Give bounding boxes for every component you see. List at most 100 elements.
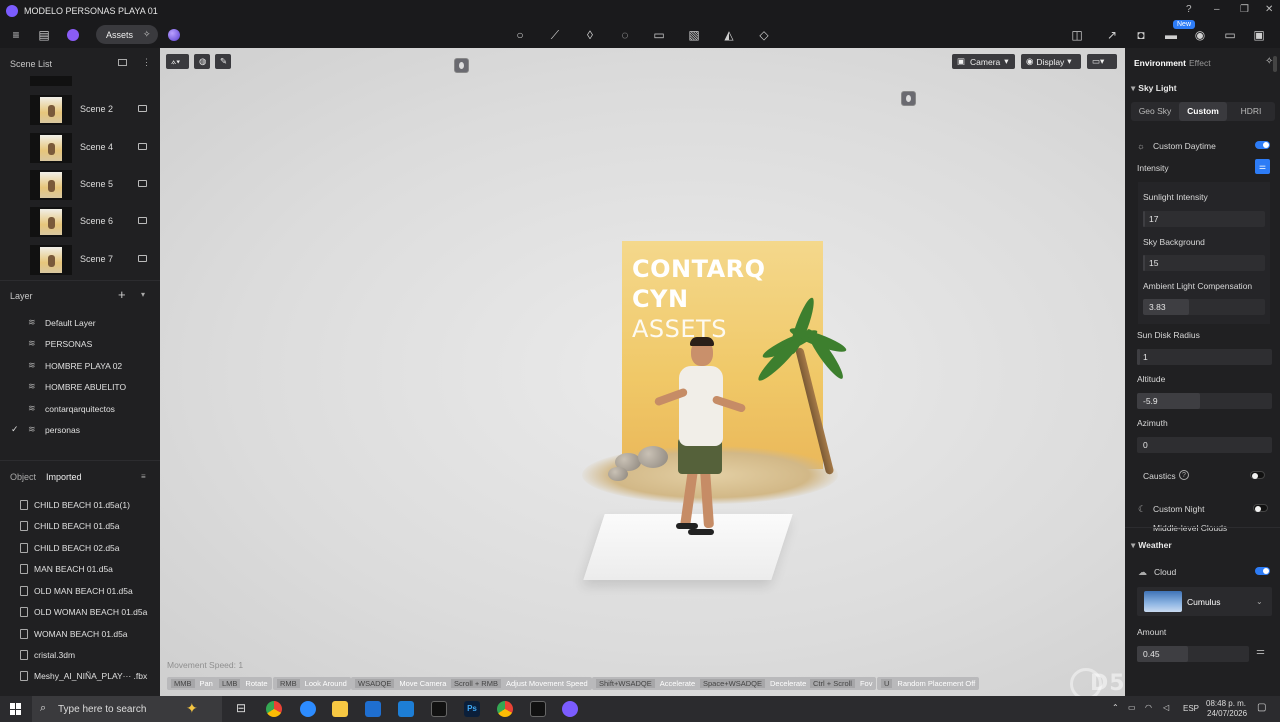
volume-icon[interactable]: ◁ [1163,703,1169,712]
sun-disk-input[interactable]: 1 [1137,349,1272,365]
layer-item[interactable]: ≋ HOMBRE ABUELITO [28,381,126,392]
chrome-icon[interactable] [266,701,282,717]
object-item[interactable]: CHILD BEACH 02.d5a [20,543,120,553]
record-icon[interactable]: ▭ [1223,28,1237,42]
light-bulb-icon[interactable]: ○ [513,28,527,42]
windows-start-icon[interactable] [10,703,22,715]
ai-icon[interactable] [66,28,80,42]
notification-icon[interactable]: ▢ [1257,702,1266,713]
wifi-icon[interactable]: ◠ [1145,703,1152,712]
photo-camera-icon[interactable]: ◉ [1193,28,1207,42]
maximize-button[interactable]: ❐ [1240,4,1249,15]
altitude-input[interactable]: -5.9 [1137,393,1272,409]
material-sphere-icon[interactable] [167,28,181,42]
filter-icon[interactable]: ≡ [141,472,146,481]
object-item[interactable]: cristal.3dm [20,650,75,660]
cloud-toggle[interactable] [1255,567,1270,575]
clock-date[interactable]: 24/07/2026 [1207,709,1247,718]
info-icon[interactable]: ? [1179,470,1189,480]
export-icon[interactable]: ↗ [1105,28,1119,42]
camera-icon[interactable] [138,255,147,262]
mail-icon[interactable] [365,701,381,717]
custom-daytime-toggle[interactable] [1255,141,1270,149]
layer-item[interactable]: ≋ personas [28,424,80,435]
camera-icon[interactable] [138,180,147,187]
camera-icon[interactable] [138,217,147,224]
stamp-icon[interactable]: ◘ [1134,28,1148,42]
screen-dropdown[interactable]: ▭▾ [1087,54,1117,69]
help-icon[interactable]: ? [1186,4,1192,15]
render-icon[interactable]: ◫ [1070,28,1084,42]
light-marker-icon[interactable] [454,58,469,73]
layer-item[interactable]: ≋ PERSONAS [28,338,92,349]
object-item[interactable]: Meshy_AI_NIÑA_PLAY··· .fbx [20,671,147,681]
object-item[interactable]: WOMAN BEACH 01.d5a [20,629,128,639]
light-marker-icon[interactable] [901,91,916,106]
scene-item[interactable]: Scene 5 [30,170,150,200]
menu-icon[interactable]: ≡ [9,28,23,42]
store-icon[interactable] [398,701,414,717]
language-indicator[interactable]: ESP [1183,704,1199,713]
azimuth-input[interactable]: 0 [1137,437,1272,453]
task-view-icon[interactable]: ⊟ [233,701,249,717]
custom-night-toggle[interactable] [1253,504,1268,512]
globe-icon[interactable]: ◍ [194,54,210,69]
minimize-button[interactable]: – [1214,4,1220,15]
camera-rig-icon[interactable]: ▭ [652,28,666,42]
weather-header[interactable]: ▾ Weather [1131,540,1172,551]
zoom-icon[interactable] [300,701,316,717]
scene-item[interactable]: Scene 6 [30,207,150,237]
object-item[interactable]: CHILD BEACH 01.d5a [20,521,120,531]
sky-background-input[interactable]: 15 [1143,255,1265,271]
ambient-input[interactable]: 3.83 [1143,299,1265,315]
close-button[interactable]: ✕ [1265,4,1273,15]
terrain-icon[interactable]: ◇ [757,28,771,42]
share-icon[interactable]: ▣ [1252,28,1266,42]
scene-thumbnail[interactable] [30,76,72,86]
chevron-down-icon[interactable]: ▾ [141,290,145,299]
scene-item[interactable]: Scene 2 [30,95,150,125]
brush-icon[interactable]: ◭ [722,28,736,42]
object-item[interactable]: CHILD BEACH 01.d5a(1) [20,500,130,510]
sunlight-intensity-input[interactable]: 17 [1143,211,1265,227]
scrollbar[interactable] [1273,56,1277,72]
scene-item[interactable]: Scene 4 [30,133,150,163]
network-icon[interactable]: ▭ [1128,703,1136,712]
camera-icon[interactable] [138,143,147,150]
video-icon[interactable]: ▬ [1164,28,1178,42]
d5-render-icon[interactable] [562,701,578,717]
pen-icon[interactable]: ✎ [215,54,231,69]
tab-effect[interactable]: Effect [1189,58,1211,68]
chevron-up-icon[interactable]: ⌃ [1112,703,1119,712]
tab-environment[interactable]: Environment [1134,58,1186,68]
photoshop-icon[interactable]: Ps [464,701,480,717]
sky-mode-geo[interactable]: Geo Sky [1131,102,1179,121]
sky-mode-custom[interactable]: Custom [1179,102,1227,121]
clock-time[interactable]: 08:48 p. m. [1206,699,1246,708]
decal-icon[interactable]: ▧ [687,28,701,42]
imported-tab[interactable]: Imported [46,472,82,482]
layer-item[interactable]: ≋ contarqarquitectos [28,403,115,414]
sliders-icon[interactable]: ⚌ [1255,159,1270,174]
fire-icon[interactable]: ◌ [618,28,632,42]
3d-viewport[interactable]: ⟑▾ ◍ ✎ ▣ Camera ▾ ◉ Display ▾ ▭▾ CONTARQ CYN… [160,48,1125,696]
search-box[interactable]: ⌕ Type here to search ✦ [32,696,222,722]
camera-dropdown[interactable]: ▣ Camera ▾ [952,54,1015,69]
d5-app-icon[interactable] [431,701,447,717]
assets-button[interactable]: Assets ✧ [96,25,158,44]
add-scene-icon[interactable] [118,59,127,66]
object-item[interactable]: OLD WOMAN BEACH 01.d5a [20,607,147,617]
file-explorer-icon[interactable] [332,701,348,717]
caustics-toggle[interactable] [1250,471,1265,479]
d5-app-icon[interactable] [530,701,546,717]
add-layer-icon[interactable]: + [118,287,126,302]
scene-item[interactable]: Scene 7 [30,245,150,275]
file-icon[interactable]: ▤ [37,28,51,42]
display-dropdown[interactable]: ◉ Display ▾ [1021,54,1081,69]
path-icon[interactable]: ⟋ [548,28,562,42]
layer-item[interactable]: ≋ HOMBRE PLAYA 02 [28,360,122,371]
chrome-icon[interactable] [497,701,513,717]
layer-item[interactable]: ≋ Default Layer [28,317,96,328]
object-item[interactable]: MAN BEACH 01.d5a [20,564,113,574]
sky-light-header[interactable]: ▾ Sky Light [1131,83,1177,94]
